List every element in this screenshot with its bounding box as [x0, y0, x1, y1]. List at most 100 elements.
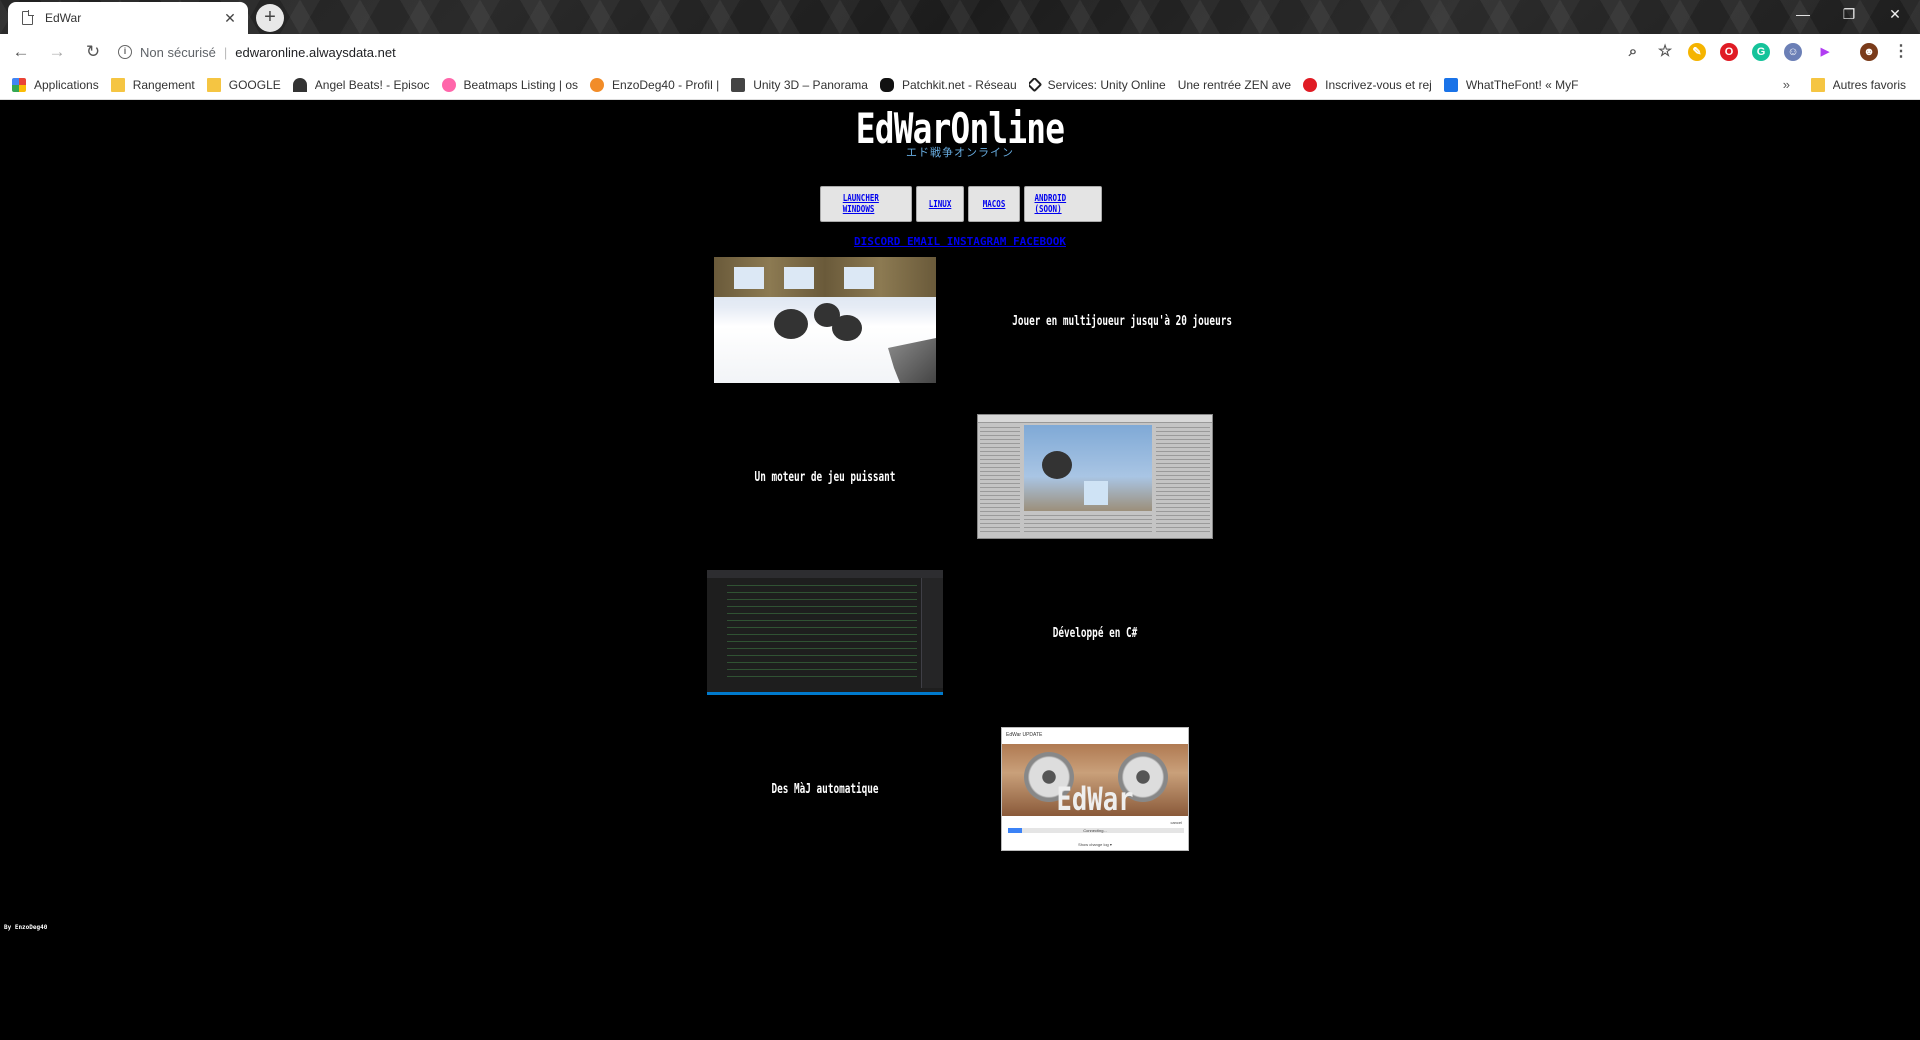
info-icon[interactable]: i	[118, 45, 132, 59]
bookmark-inscrivez-vous[interactable]: Inscrivez-vous et rej	[1303, 77, 1432, 92]
updater-brand: EdWar	[1056, 780, 1134, 818]
extension-pencil-icon[interactable]: ✎	[1688, 43, 1706, 61]
folder-icon	[110, 77, 125, 92]
divider: |	[223, 44, 228, 60]
bookmark-unity-services[interactable]: Services: Unity Online	[1028, 77, 1166, 92]
button-label: LAUNCHER WINDOWS	[842, 193, 879, 215]
osu-icon	[441, 77, 456, 92]
folder-icon	[1810, 78, 1825, 92]
security-label: Non sécurisé	[140, 44, 216, 60]
scene-window	[734, 267, 764, 289]
extension-play-icon[interactable]: ▶	[1816, 43, 1834, 61]
multiplayer-screenshot	[714, 257, 936, 383]
bookmark-label: GOOGLE	[228, 77, 281, 92]
unity-icon	[1028, 77, 1042, 92]
reload-icon[interactable]: ↻	[78, 37, 108, 67]
android-button[interactable]: ANDROID (SOON)	[1024, 186, 1102, 222]
button-label: LINUX	[928, 198, 952, 210]
weapon	[888, 338, 936, 383]
restore-icon[interactable]: ❐	[1826, 0, 1872, 30]
bookmark-folder-rangement[interactable]: Rangement	[110, 77, 195, 92]
bookmark-label: WhatTheFont! « MyF	[1465, 77, 1579, 92]
scene-window	[844, 267, 874, 289]
bookmark-label: Angel Beats! - Episoc	[314, 77, 430, 92]
profile-avatar[interactable]: ☻	[1860, 43, 1878, 61]
launcher-windows-button[interactable]: LAUNCHER WINDOWS	[820, 186, 912, 222]
unity-panorama-icon	[731, 77, 746, 92]
minimize-icon[interactable]: —	[1780, 0, 1826, 30]
red-logo-icon	[1303, 77, 1318, 92]
address-bar[interactable]: i Non sécurisé | edwaronline.alwaysdata.…	[108, 38, 1648, 66]
editor-inspector	[1156, 427, 1210, 535]
whatthefont-icon	[1443, 77, 1458, 92]
feature-multiplayer-text: Jouer en multijoueur jusqu'à 20 joueurs	[1012, 314, 1232, 329]
linux-button[interactable]: LINUX	[916, 186, 964, 222]
close-tab-icon[interactable]: ✕	[222, 10, 238, 27]
close-window-icon[interactable]: ✕	[1872, 0, 1918, 30]
robot-character	[1042, 451, 1072, 479]
more-bookmarks-icon[interactable]: »	[1783, 77, 1790, 92]
forward-icon[interactable]: →	[42, 37, 72, 67]
editor-hierarchy	[980, 427, 1020, 535]
updater-banner: EdWar	[1002, 744, 1188, 818]
bookmarks-bar: Applications Rangement GOOGLE Angel Beat…	[0, 70, 1920, 100]
download-buttons: LAUNCHER WINDOWS LINUX MACOS ANDROID (SO…	[820, 186, 1102, 222]
bookmark-unity-panorama[interactable]: Unity 3D – Panorama	[731, 77, 868, 92]
feature-csharp-text: Développé en C#	[1052, 626, 1138, 641]
bookmark-enzodeg40[interactable]: EnzoDeg40 - Profil |	[590, 77, 719, 92]
profile-icon	[590, 77, 605, 92]
url-text[interactable]: edwaronline.alwaysdata.net	[235, 45, 395, 60]
page-icon	[22, 10, 34, 25]
bookmark-label: Autres favoris	[1832, 78, 1906, 92]
tab-title: EdWar	[45, 11, 82, 25]
bookmark-whatthefont[interactable]: WhatTheFont! « MyF	[1443, 77, 1579, 92]
bookmark-label: Services: Unity Online	[1047, 77, 1166, 92]
feature-engine-text: Un moteur de jeu puissant	[754, 470, 896, 485]
bookmark-label: Beatmaps Listing | os	[463, 77, 579, 92]
extension-face-icon[interactable]: ☺	[1784, 43, 1802, 61]
editor-scene-view	[1024, 425, 1152, 511]
page-content: EdWarOnline エド戦争オンライン LAUNCHER WINDOWS L…	[0, 100, 1920, 1040]
bookmark-label: Rangement	[132, 77, 195, 92]
bookmark-angel-beats[interactable]: Angel Beats! - Episoc	[292, 77, 430, 92]
extension-opera-icon[interactable]: O	[1720, 43, 1738, 61]
footer-credit: By EnzoDeg40	[4, 924, 48, 931]
updater-title: EdWar UPDATE	[1006, 732, 1043, 738]
code-lines	[727, 582, 917, 682]
tab-edwar[interactable]: EdWar ✕	[8, 2, 248, 34]
solution-explorer	[921, 578, 943, 688]
folder-icon	[206, 77, 221, 92]
bookmark-applications[interactable]: Applications	[12, 77, 99, 92]
bookmark-osu[interactable]: Beatmaps Listing | os	[441, 77, 579, 92]
toolbar-actions: ⌕ ☆ ✎ O G ☺ ▶ ☻ ⋮	[1610, 38, 1910, 66]
browser-toolbar: ← → ↻ i Non sécurisé | edwaronline.alway…	[0, 34, 1920, 70]
bookmark-rentree-zen[interactable]: Une rentrée ZEN ave	[1178, 78, 1291, 92]
editor-menubar	[707, 570, 943, 578]
other-bookmarks[interactable]: Autres favoris	[1810, 78, 1906, 92]
new-tab-button[interactable]: +	[256, 4, 284, 32]
menu-icon[interactable]: ⋮	[1892, 43, 1910, 61]
back-icon[interactable]: ←	[6, 37, 36, 67]
code-editor-screenshot	[707, 570, 943, 695]
macos-button[interactable]: MACOS	[968, 186, 1020, 222]
social-links-text[interactable]: DISCORD EMAIL INSTAGRAM FACEBOOK	[854, 235, 1066, 248]
gamepad-icon	[879, 77, 894, 92]
game-engine-screenshot	[977, 414, 1213, 539]
extension-grammarly-icon[interactable]: G	[1752, 43, 1770, 61]
social-links: DISCORD EMAIL INSTAGRAM FACEBOOK	[0, 232, 1920, 250]
bookmark-patchkit[interactable]: Patchkit.net - Réseau	[879, 77, 1017, 92]
scene-cube	[1084, 481, 1108, 505]
bookmark-star-icon[interactable]: ☆	[1656, 43, 1674, 61]
bookmark-folder-google[interactable]: GOOGLE	[206, 77, 281, 92]
bookmark-label: Unity 3D – Panorama	[753, 77, 868, 92]
angel-beats-icon	[292, 77, 307, 92]
updater-screenshot: EdWar UPDATE EdWar cancel Connecting... …	[1001, 727, 1189, 851]
zoom-icon[interactable]: ⌕	[1624, 43, 1642, 61]
button-label: ANDROID (SOON)	[1034, 193, 1067, 215]
bookmark-label: Une rentrée ZEN ave	[1177, 77, 1292, 92]
robot-character	[832, 315, 862, 341]
editor-toolbar	[978, 415, 1212, 423]
robot-character	[774, 309, 808, 339]
updater-status: Connecting...	[1083, 828, 1107, 833]
site-logo-subtitle: エド戦争オンライン	[906, 147, 1014, 159]
